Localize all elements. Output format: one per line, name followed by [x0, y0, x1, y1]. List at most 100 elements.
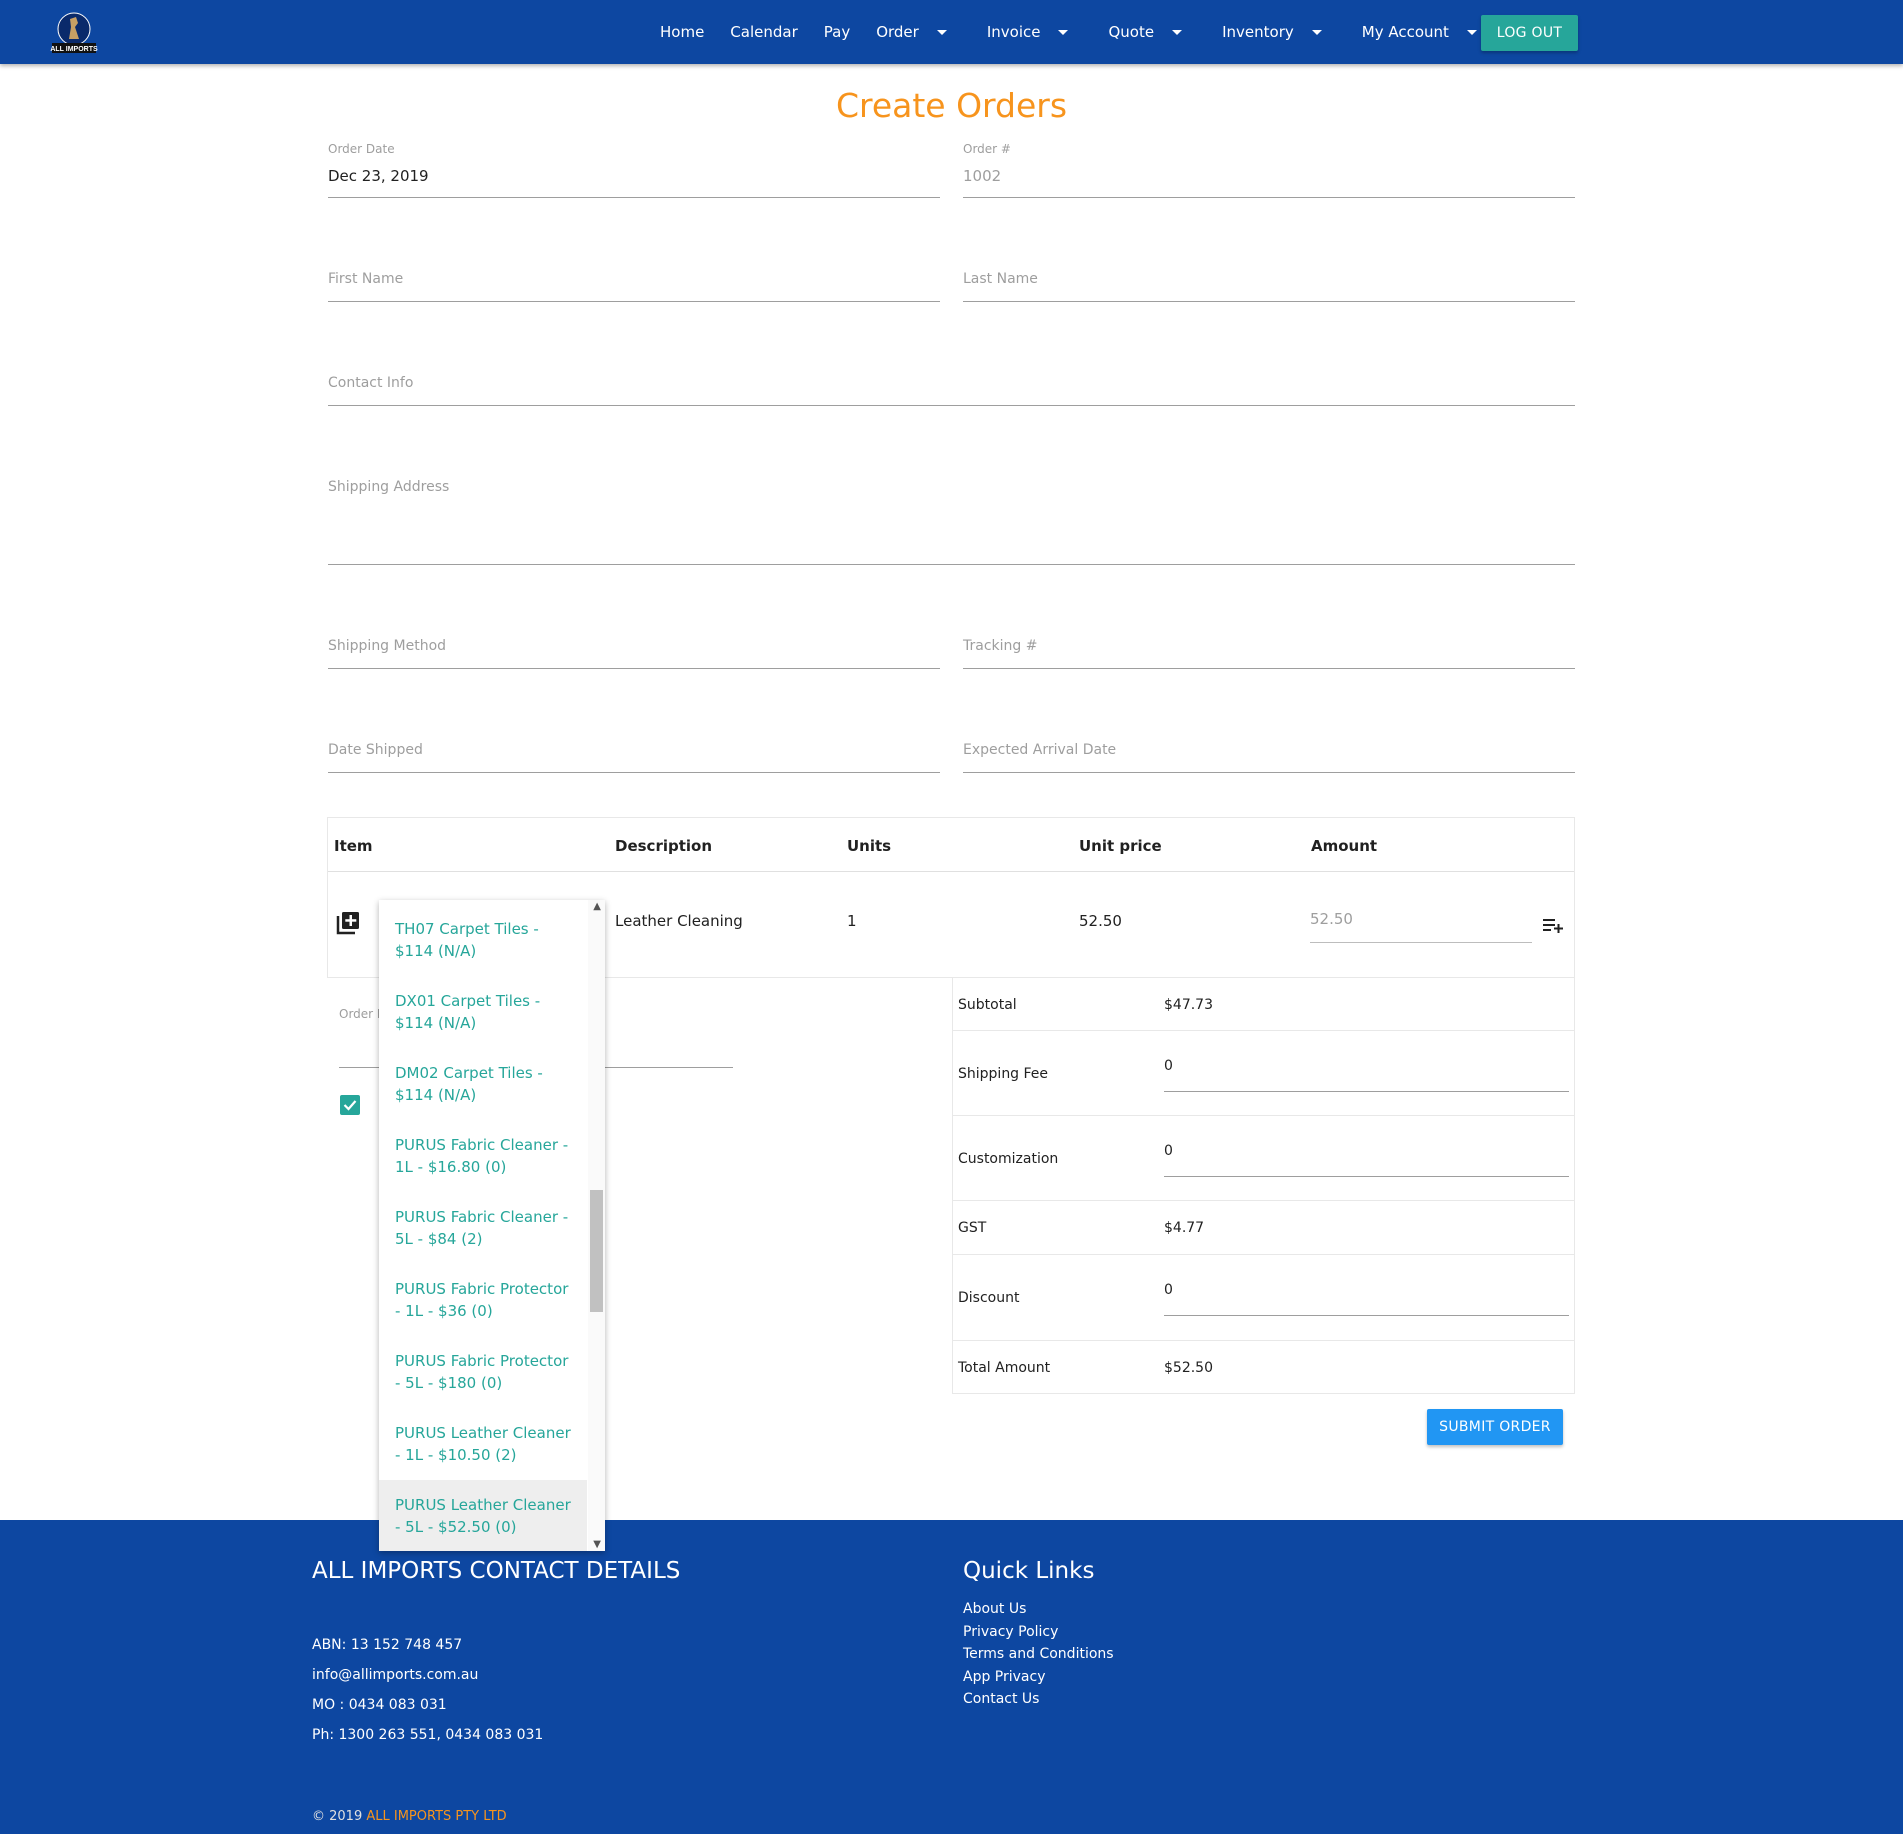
total-amount-value: $52.50 — [1164, 1360, 1213, 1376]
order-number-value: 1002 — [963, 167, 1002, 185]
contact-info-field[interactable]: Contact Info — [328, 366, 1575, 406]
caret-down-icon — [936, 29, 947, 35]
submit-order-button[interactable]: SUBMIT ORDER — [1427, 1409, 1563, 1445]
nav-my-account-dropdown[interactable]: My Account — [1349, 0, 1490, 64]
customization-value: 0 — [1164, 1143, 1173, 1159]
discount-value: 0 — [1164, 1282, 1173, 1298]
shipping-fee-value: 0 — [1164, 1058, 1173, 1074]
scroll-down-icon[interactable]: ▼ — [593, 1539, 601, 1550]
col-header-description: Description — [615, 837, 713, 855]
shipping-method-field[interactable]: Shipping Method — [328, 629, 940, 669]
last-name-field[interactable]: Last Name — [963, 262, 1575, 302]
contact-info-placeholder: Contact Info — [328, 375, 414, 391]
row-unit-price[interactable]: 52.50 — [1079, 912, 1122, 930]
nav-menu: Home Calendar Pay Order Invoice Quote In… — [647, 0, 1504, 64]
customization-row: Customization 0 — [953, 1116, 1574, 1201]
col-header-item: Item — [334, 837, 373, 855]
nav-inventory-dropdown[interactable]: Inventory — [1209, 0, 1335, 64]
nav-order-dropdown[interactable]: Order — [863, 0, 960, 64]
footer-link-contact-us[interactable]: Contact Us — [963, 1691, 1039, 1707]
expected-arrival-placeholder: Expected Arrival Date — [963, 742, 1117, 758]
dropdown-option[interactable]: PURUS Fabric Cleaner - 5L - $84 (2) — [379, 1206, 587, 1278]
caret-down-icon — [1466, 29, 1477, 35]
subtotal-value: $47.73 — [1164, 997, 1213, 1013]
shipping-method-placeholder: Shipping Method — [328, 638, 447, 654]
dropdown-option[interactable]: PURUS Fabric Cleaner - 1L - $16.80 (0) — [379, 1134, 587, 1206]
date-shipped-field[interactable]: Date Shipped — [328, 733, 940, 773]
nav-invoice-dropdown[interactable]: Invoice — [974, 0, 1082, 64]
item-select-dropdown[interactable]: TH07 Carpet Tiles - $114 (N/A) DX01 Carp… — [379, 900, 605, 1551]
dropdown-option[interactable]: DX01 Carpet Tiles - $114 (N/A) — [379, 990, 587, 1062]
footer-abn: ABN: 13 152 748 457 — [312, 1637, 463, 1653]
order-date-field[interactable]: Order Date Dec 23, 2019 — [328, 138, 940, 198]
shipping-fee-input[interactable]: 0 — [1164, 1049, 1569, 1092]
first-name-field[interactable]: First Name — [328, 262, 940, 302]
add-item-icon[interactable] — [335, 910, 361, 936]
nav-home[interactable]: Home — [647, 0, 717, 64]
shipping-fee-row: Shipping Fee 0 — [953, 1031, 1574, 1116]
caret-down-icon — [1058, 29, 1069, 35]
footer: ALL IMPORTS CONTACT DETAILS ABN: 13 152 … — [0, 1520, 1903, 1834]
total-amount-row: Total Amount $52.50 — [953, 1341, 1574, 1394]
row-amount-input: 52.50 — [1310, 898, 1532, 943]
logout-button[interactable]: LOG OUT — [1481, 15, 1578, 51]
customization-label: Customization — [958, 1151, 1059, 1167]
tracking-field[interactable]: Tracking # — [963, 629, 1575, 669]
nav-pay[interactable]: Pay — [811, 0, 863, 64]
playlist-add-icon[interactable] — [1542, 916, 1564, 934]
dropdown-option[interactable]: PURUS Fabric Protector - 5L - $180 (0) — [379, 1350, 587, 1422]
footer-email[interactable]: info@allimports.com.au — [312, 1667, 478, 1683]
gst-row: GST $4.77 — [953, 1201, 1574, 1255]
last-name-placeholder: Last Name — [963, 271, 1038, 287]
scrollbar-thumb[interactable] — [590, 1190, 603, 1312]
col-header-units: Units — [847, 837, 892, 855]
page-title: Create Orders — [835, 86, 1068, 125]
contact-details-heading: ALL IMPORTS CONTACT DETAILS — [312, 1558, 681, 1584]
check-icon — [343, 1100, 357, 1111]
shipping-address-field[interactable]: Shipping Address — [328, 470, 1575, 565]
row-units[interactable]: 1 — [847, 912, 857, 930]
footer-link-privacy-policy[interactable]: Privacy Policy — [963, 1624, 1058, 1640]
gst-label: GST — [958, 1220, 987, 1236]
expected-arrival-field[interactable]: Expected Arrival Date — [963, 733, 1575, 773]
dropdown-option[interactable]: PURUS Fabric Protector - 1L - $36 (0) — [379, 1278, 587, 1350]
tracking-placeholder: Tracking # — [963, 638, 1038, 654]
footer-phone: Ph: 1300 263 551, 0434 083 031 — [312, 1727, 544, 1743]
order-number-label: Order # — [963, 142, 1011, 156]
first-name-placeholder: First Name — [328, 271, 404, 287]
totals-table: Subtotal $47.73 Shipping Fee 0 Customiza… — [952, 978, 1575, 1394]
customization-input[interactable]: 0 — [1164, 1134, 1569, 1177]
footer-mobile: MO : 0434 083 031 — [312, 1697, 447, 1713]
svg-text:ALL IMPORTS: ALL IMPORTS — [50, 46, 98, 53]
footer-link-terms[interactable]: Terms and Conditions — [963, 1646, 1114, 1662]
dropdown-option[interactable]: DM02 Carpet Tiles - $114 (N/A) — [379, 1062, 587, 1134]
dropdown-option[interactable]: TH07 Carpet Tiles - $114 (N/A) — [379, 918, 587, 990]
nav-quote-dropdown[interactable]: Quote — [1095, 0, 1195, 64]
footer-link-about-us[interactable]: About Us — [963, 1601, 1026, 1617]
nav-calendar[interactable]: Calendar — [717, 0, 810, 64]
option-checkbox[interactable] — [340, 1095, 360, 1115]
footer-link-app-privacy[interactable]: App Privacy — [963, 1669, 1046, 1685]
shipping-address-placeholder: Shipping Address — [328, 479, 450, 495]
gst-value: $4.77 — [1164, 1220, 1205, 1236]
discount-input[interactable]: 0 — [1164, 1273, 1569, 1316]
subtotal-label: Subtotal — [958, 997, 1017, 1013]
col-header-amount: Amount — [1311, 837, 1378, 855]
top-navbar: ALL IMPORTS Home Calendar Pay Order Invo… — [0, 0, 1903, 64]
date-shipped-placeholder: Date Shipped — [328, 742, 423, 758]
dropdown-scrollbar[interactable]: ▲ ▼ — [588, 900, 605, 1551]
subtotal-row: Subtotal $47.73 — [953, 978, 1574, 1031]
discount-label: Discount — [958, 1290, 1020, 1306]
row-amount-value: 52.50 — [1310, 910, 1353, 928]
order-date-value: Dec 23, 2019 — [328, 167, 429, 185]
caret-down-icon — [1311, 29, 1322, 35]
all-imports-logo[interactable]: ALL IMPORTS — [50, 9, 98, 55]
order-date-label: Order Date — [328, 142, 395, 156]
dropdown-option-highlighted[interactable]: PURUS Leather Cleaner - 5L - $52.50 (0) — [379, 1480, 587, 1551]
scroll-up-icon[interactable]: ▲ — [593, 901, 601, 912]
shipping-fee-label: Shipping Fee — [958, 1066, 1049, 1082]
col-header-unit-price: Unit price — [1079, 837, 1162, 855]
table-header-divider — [328, 871, 1574, 872]
total-amount-label: Total Amount — [958, 1360, 1051, 1376]
copyright-text: © 2019 ALL IMPORTS PTY LTD — [312, 1809, 507, 1824]
